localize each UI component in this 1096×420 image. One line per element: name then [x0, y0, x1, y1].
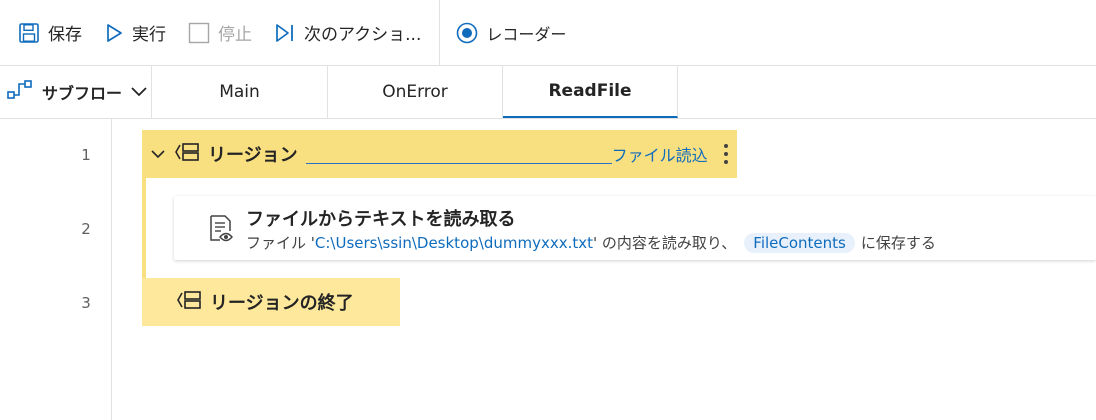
region-name[interactable]: ファイル読込	[612, 142, 708, 166]
desc-prefix: ファイル '	[246, 234, 315, 252]
run-label: 実行	[132, 25, 166, 45]
save-label: 保存	[48, 25, 82, 45]
tab-label: OnError	[382, 82, 448, 102]
tab-label: Main	[219, 82, 260, 102]
subflow-icon	[6, 78, 34, 106]
subflow-dropdown[interactable]: サブフロー	[0, 66, 152, 118]
tab-label: ReadFile	[548, 81, 632, 101]
subflow-label: サブフロー	[42, 84, 123, 103]
region-end-step[interactable]: リージョンの終了	[142, 278, 400, 326]
stop-icon	[188, 22, 210, 44]
desc-suffix: に保存する	[860, 234, 936, 252]
read-file-icon	[208, 214, 236, 248]
line-number: 1	[81, 146, 91, 164]
stop-button[interactable]: 停止	[188, 13, 252, 53]
file-path: C:\Users\ssin\Desktop\dummyxxx.txt	[314, 233, 593, 252]
next-action-label: 次のアクショ...	[304, 25, 422, 45]
recorder-label: レコーダー	[486, 24, 567, 44]
play-icon	[104, 22, 124, 44]
read-text-from-file-step[interactable]: ファイルからテキストを読み取る ファイル ' C:\Users\ssin\Des…	[174, 196, 1096, 260]
toolbar: 保存 実行 停止 次のアクショ... レコーダー	[0, 0, 1096, 66]
chevron-down-icon	[130, 83, 148, 102]
region-icon	[174, 141, 200, 167]
region-name-underline	[305, 141, 612, 164]
record-icon	[456, 22, 478, 44]
region-end-title: リージョンの終了	[210, 293, 354, 314]
region-title: リージョン	[208, 145, 298, 166]
next-action-button[interactable]: 次のアクショ...	[274, 13, 421, 53]
variable-chip[interactable]: FileContents	[744, 232, 855, 253]
region-start-step[interactable]: リージョン ファイル読込	[142, 130, 737, 178]
recorder-button[interactable]: レコーダー	[456, 13, 566, 53]
save-button[interactable]: 保存	[18, 13, 82, 53]
tab-readfile[interactable]: ReadFile	[503, 66, 678, 118]
next-action-icon	[274, 22, 296, 44]
line-number: 3	[81, 294, 91, 312]
region-icon	[176, 289, 202, 315]
line-number: 2	[81, 220, 91, 238]
action-description: ファイル ' C:\Users\ssin\Desktop\dummyxxx.tx…	[246, 232, 936, 253]
tab-onerror[interactable]: OnError	[328, 66, 503, 118]
save-icon	[18, 22, 40, 44]
tab-main[interactable]: Main	[152, 66, 328, 118]
line-number-gutter	[0, 119, 112, 420]
action-title: ファイルからテキストを読み取る	[246, 209, 516, 230]
collapse-chevron-icon[interactable]	[150, 145, 166, 164]
run-button[interactable]: 実行	[104, 13, 166, 53]
toolbar-divider	[439, 0, 441, 66]
tab-bar: サブフロー Main OnError ReadFile	[0, 66, 1096, 119]
stop-label: 停止	[218, 25, 252, 45]
kebab-icon[interactable]	[716, 138, 736, 170]
region-body-bar	[142, 178, 146, 278]
desc-middle: ' の内容を読み取り、	[593, 234, 737, 252]
